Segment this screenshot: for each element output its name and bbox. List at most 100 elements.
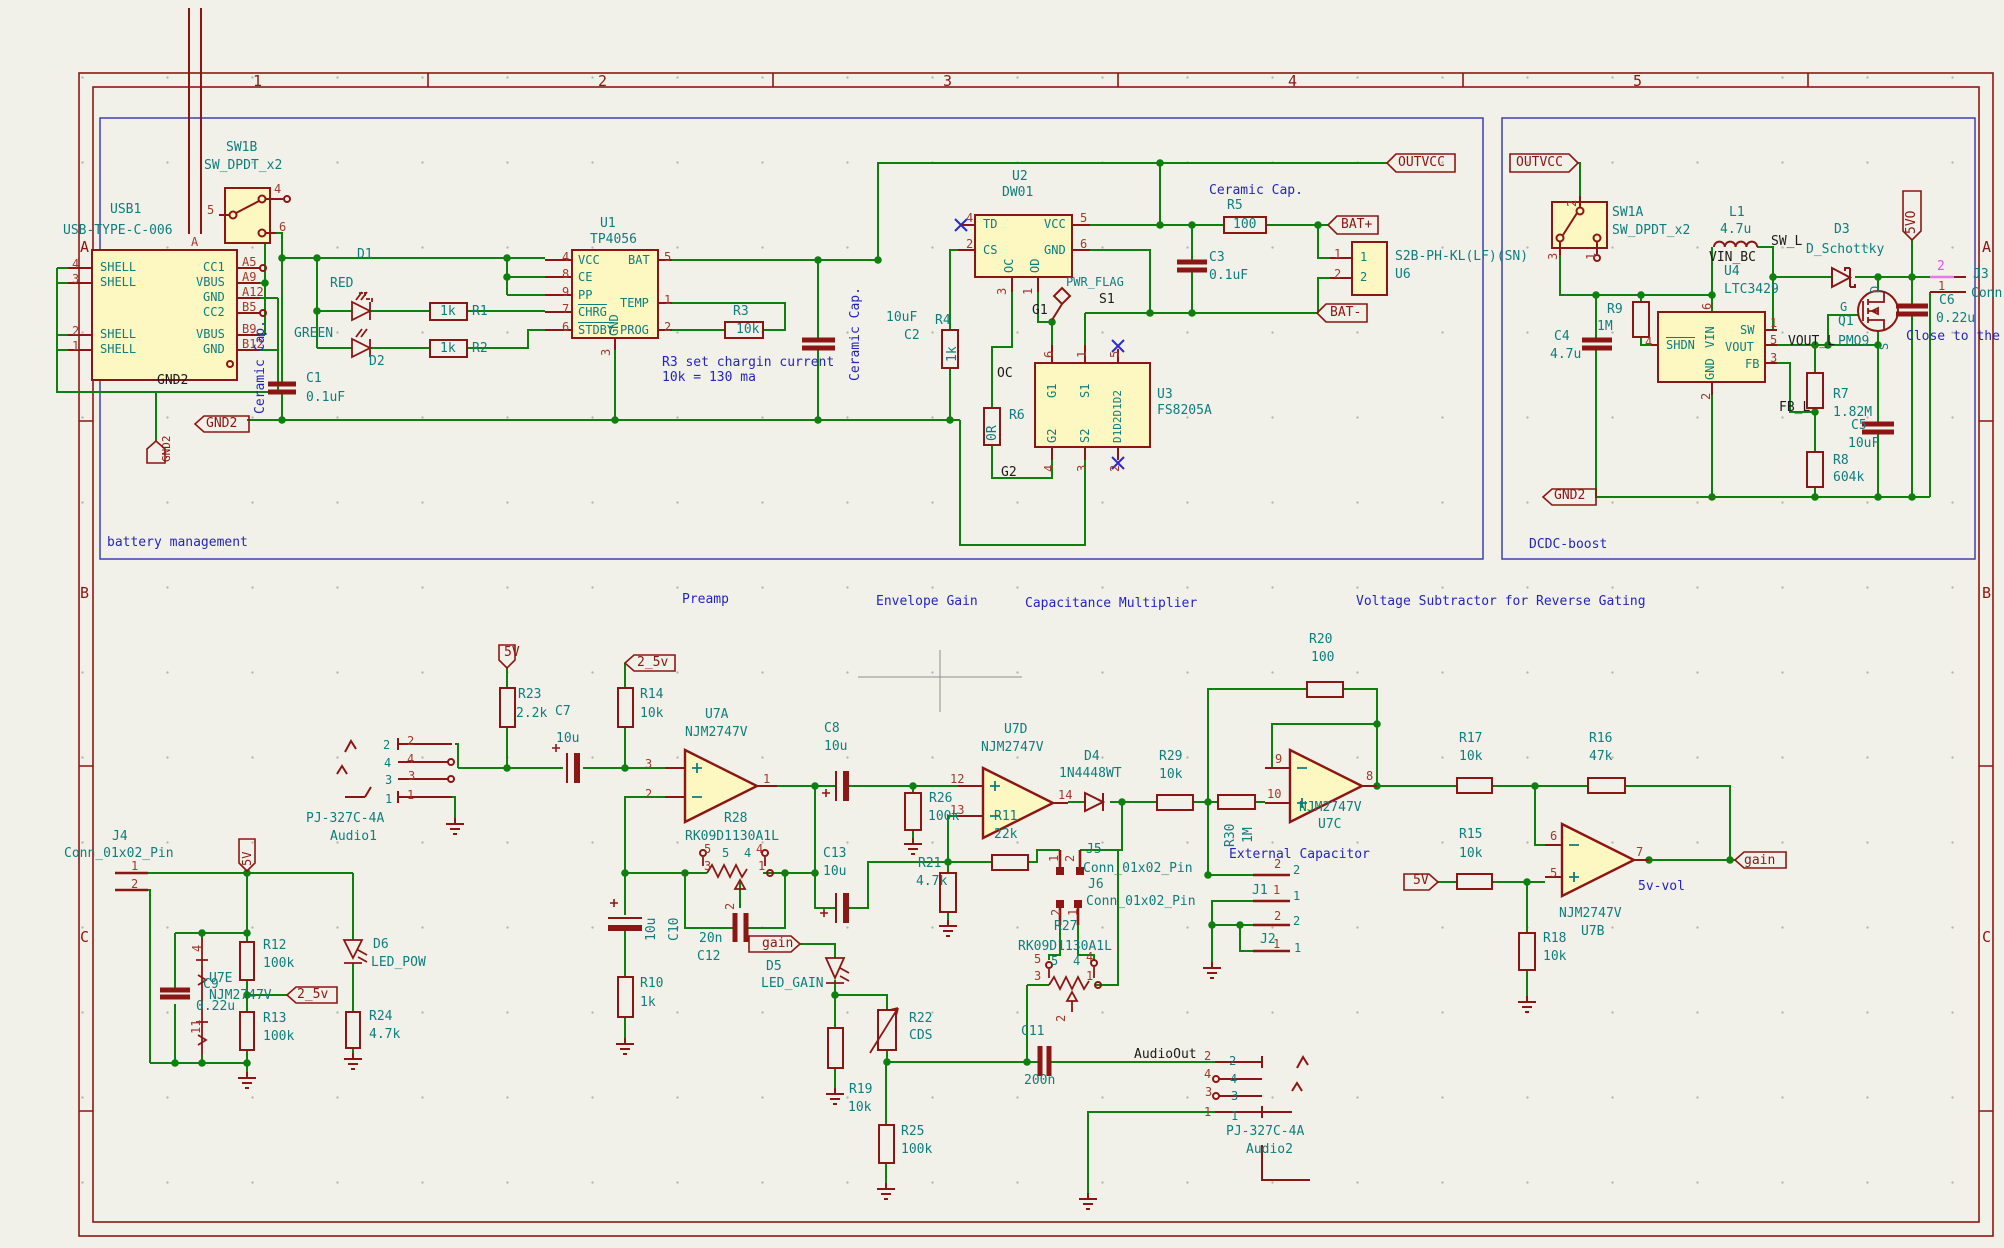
audio1-pin2[interactable]: 2: [407, 735, 414, 748]
val-r11[interactable]: 22k: [994, 828, 1017, 842]
ref-r22[interactable]: R22: [909, 1012, 932, 1026]
u3-s2[interactable]: S2: [1079, 429, 1092, 443]
border-col-5[interactable]: 5: [1633, 74, 1642, 90]
ref-c6[interactable]: C6: [1939, 294, 1955, 308]
u1-pin9[interactable]: 9: [562, 286, 569, 299]
ref-r24[interactable]: R24: [369, 1010, 392, 1024]
cmt-5v-vol[interactable]: 5v-vol: [1638, 880, 1685, 894]
sw1a-pin1[interactable]: 1: [1585, 253, 1598, 260]
u2-pin3[interactable]: 3: [996, 288, 1009, 295]
pwr-bat-minus[interactable]: BAT-: [1330, 306, 1361, 320]
ref-j6[interactable]: J6: [1088, 878, 1104, 892]
u4-shdn[interactable]: SHDN: [1666, 339, 1695, 352]
q1-g[interactable]: G: [1840, 301, 1847, 314]
val-r10[interactable]: 1k: [640, 996, 656, 1010]
u4-fb[interactable]: FB: [1745, 358, 1759, 371]
val-r13[interactable]: 100k: [263, 1030, 294, 1044]
val-d6[interactable]: LED_POW: [371, 956, 426, 970]
ref-c7[interactable]: C7: [555, 705, 571, 719]
val-q1[interactable]: PMO9: [1838, 335, 1869, 349]
ref-r13[interactable]: R13: [263, 1012, 286, 1026]
usb1-pin4[interactable]: 4: [72, 258, 79, 271]
cmt-close-to[interactable]: Close to the p: [1906, 330, 2004, 344]
border-row-c-right[interactable]: C: [1982, 930, 1991, 946]
u2-gnd[interactable]: GND: [1044, 244, 1066, 257]
ref-r27[interactable]: R27: [1054, 920, 1077, 934]
ref-c8[interactable]: C8: [824, 722, 840, 736]
j2-nm2[interactable]: 2: [1293, 915, 1300, 928]
u4-pin5[interactable]: 5: [1770, 334, 1777, 347]
pwr-5v-preamp[interactable]: 5V: [504, 646, 520, 660]
u1-chrg[interactable]: CHRG: [578, 306, 607, 319]
u7c-pin8[interactable]: 8: [1366, 770, 1373, 783]
pwr-outvcc-2[interactable]: OUTVCC: [1516, 156, 1563, 170]
u4-vout[interactable]: VOUT: [1725, 341, 1754, 354]
ref-c5[interactable]: C5: [1851, 419, 1867, 433]
pwr-5v-j4[interactable]: 5V: [241, 852, 254, 866]
r28-nm5[interactable]: 5: [722, 847, 729, 860]
usb1-a5[interactable]: A5: [242, 256, 256, 269]
val-j4[interactable]: Conn_01x02_Pin: [64, 847, 174, 861]
ref-d5[interactable]: D5: [766, 960, 782, 974]
val-r4[interactable]: 1k: [946, 346, 960, 362]
ref-r4[interactable]: R4: [935, 314, 951, 328]
u2-pin6[interactable]: 6: [1080, 238, 1087, 251]
u1-pin1[interactable]: 1: [664, 294, 671, 307]
schematic-canvas[interactable]: 12345ABCABCbattery managementDCDC-boostU…: [0, 0, 2004, 1248]
val-c5[interactable]: 10uF: [1848, 437, 1879, 451]
val-r24[interactable]: 4.7k: [369, 1028, 400, 1042]
title-cap-multiplier[interactable]: Capacitance Multiplier: [1025, 597, 1197, 611]
ref-r30[interactable]: R30: [1224, 824, 1238, 847]
val-c2[interactable]: 10uF: [886, 311, 917, 325]
val-c8[interactable]: 10u: [824, 740, 847, 754]
val-l1[interactable]: 4.7u: [1720, 223, 1751, 237]
ref-r19[interactable]: R19: [849, 1083, 872, 1097]
ref-audio2[interactable]: Audio2: [1246, 1143, 1293, 1157]
val-audio2[interactable]: PJ-327C-4A: [1226, 1125, 1304, 1139]
val-r6[interactable]: 0R: [986, 425, 1000, 441]
net-s1[interactable]: S1: [1099, 293, 1115, 307]
val-j3[interactable]: Conn: [1971, 287, 2002, 301]
ref-j5[interactable]: J5: [1086, 843, 1102, 857]
ref-r10[interactable]: R10: [640, 977, 663, 991]
ref-r16[interactable]: R16: [1589, 732, 1612, 746]
val-r29[interactable]: 10k: [1159, 768, 1182, 782]
j4-pin1[interactable]: 1: [131, 860, 138, 873]
usb1-a9[interactable]: A9: [242, 271, 256, 284]
audio2-nm4[interactable]: 4: [1230, 1073, 1237, 1086]
u1-prog[interactable]: PROG: [620, 324, 649, 337]
usb1-pin1[interactable]: 1: [72, 340, 79, 353]
j6-pin1[interactable]: 1: [1067, 909, 1080, 916]
pwr-25v-u7e[interactable]: 2_5v: [297, 988, 328, 1002]
audio2-nm1[interactable]: 1: [1231, 1110, 1238, 1123]
ref-d6[interactable]: D6: [373, 938, 389, 952]
ref-sw1a[interactable]: SW1A: [1612, 206, 1643, 220]
ref-c13[interactable]: C13: [823, 847, 846, 861]
j6-pin2[interactable]: 2: [1050, 909, 1063, 916]
ref-c12[interactable]: C12: [697, 950, 720, 964]
ref-r9[interactable]: R9: [1607, 303, 1623, 317]
u1-pin8[interactable]: 8: [562, 268, 569, 281]
section-battery-management[interactable]: battery management: [107, 536, 248, 550]
ref-r28[interactable]: R28: [724, 812, 747, 826]
net-fb-l[interactable]: FB_L: [1779, 401, 1810, 415]
val-j6[interactable]: Conn_01x02_Pin: [1086, 895, 1196, 909]
ref-u7c[interactable]: U7C: [1318, 818, 1341, 832]
u3-s1[interactable]: S1: [1079, 384, 1092, 398]
u4-gnd[interactable]: GND: [1704, 358, 1717, 380]
ref-u6[interactable]: U6: [1395, 268, 1411, 282]
ref-r17[interactable]: R17: [1459, 732, 1482, 746]
u2-od[interactable]: OD: [1029, 259, 1042, 273]
u3-pin2[interactable]: 2: [1109, 465, 1122, 472]
u2-pin4[interactable]: 4: [966, 212, 973, 225]
u3-pin5[interactable]: 5: [1109, 351, 1122, 358]
ref-r21[interactable]: R21: [918, 857, 941, 871]
ref-r5[interactable]: R5: [1227, 199, 1243, 213]
val-d1[interactable]: RED: [330, 277, 353, 291]
net-g1[interactable]: G1: [1032, 304, 1048, 318]
u1-temp[interactable]: TEMP: [620, 297, 649, 310]
u6-pin2[interactable]: 2: [1334, 268, 1341, 281]
val-r23[interactable]: 2.2k: [516, 707, 547, 721]
val-c4[interactable]: 4.7u: [1550, 348, 1581, 362]
ref-r20[interactable]: R20: [1309, 633, 1332, 647]
